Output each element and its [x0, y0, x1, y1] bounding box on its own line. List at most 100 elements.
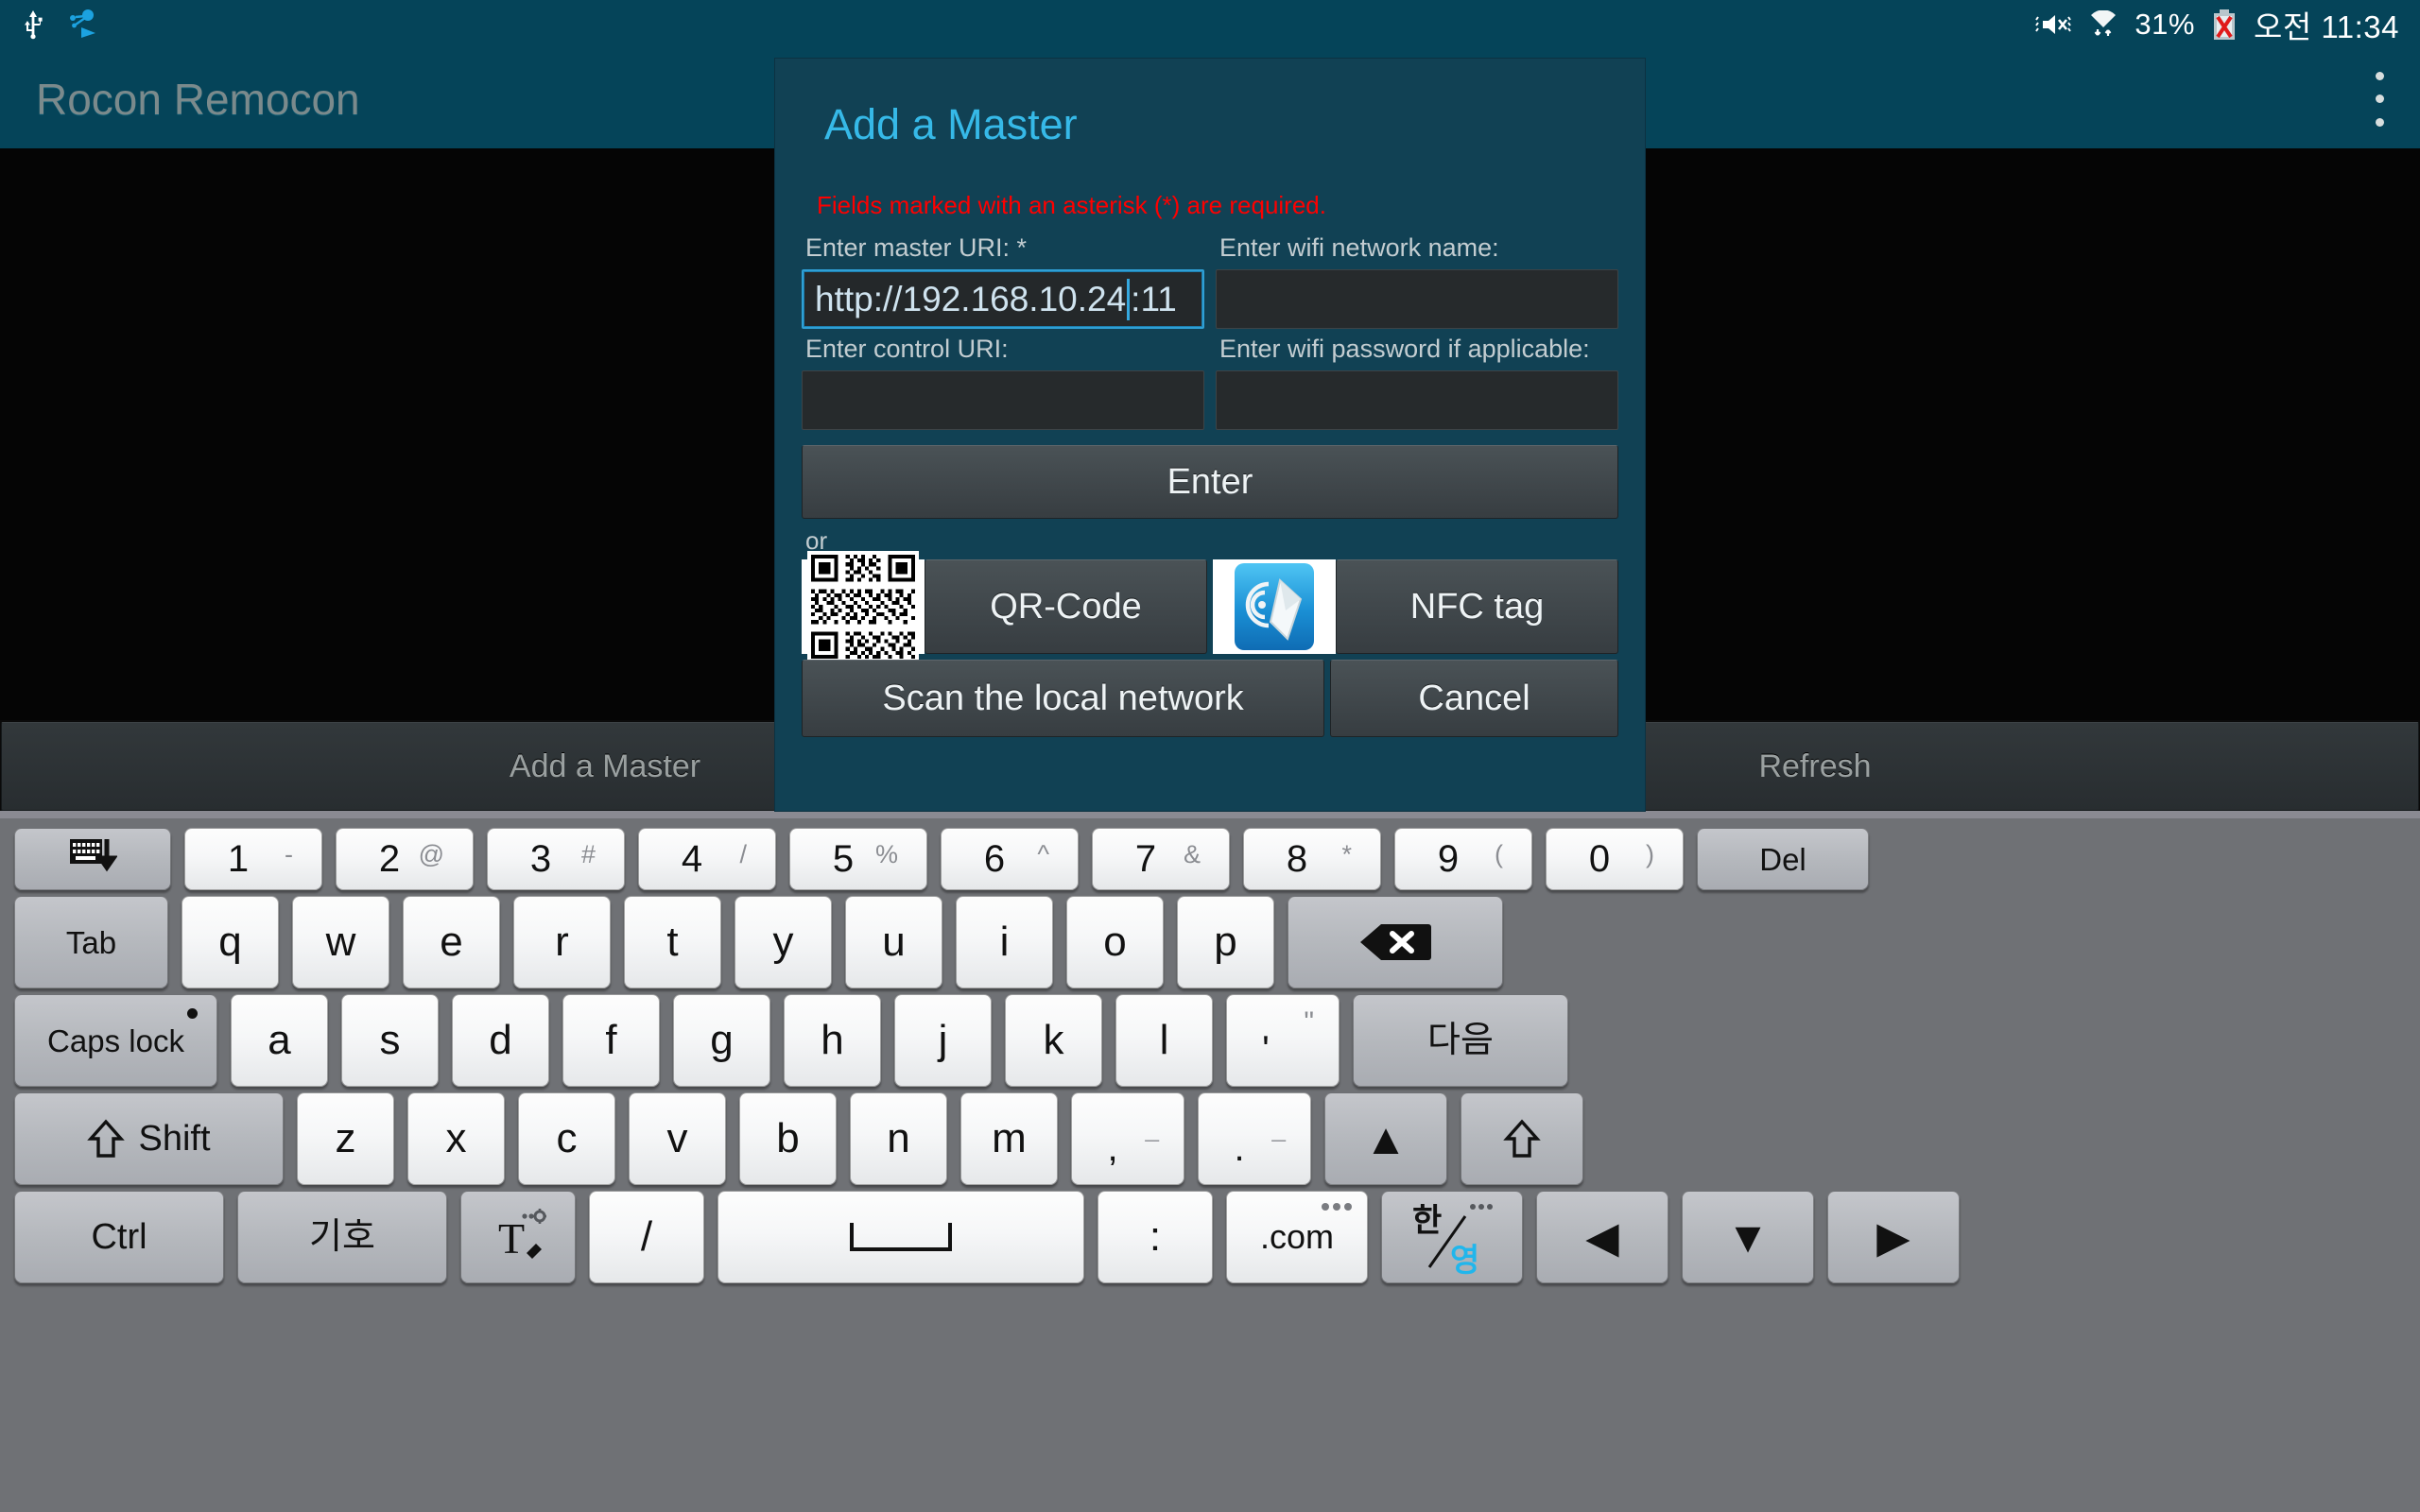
key-b[interactable]: b	[739, 1092, 837, 1185]
usb-icon	[21, 9, 45, 41]
key-g[interactable]: g	[673, 994, 770, 1087]
key-symbol[interactable]: 기호	[237, 1191, 447, 1283]
key-w[interactable]: w	[292, 896, 389, 988]
qr-code-option[interactable]: QR-Code	[802, 551, 1207, 662]
key-m-label: m	[992, 1115, 1027, 1161]
svg-text:영: 영	[1450, 1243, 1479, 1277]
key-v[interactable]: v	[629, 1092, 726, 1185]
key-next[interactable]: 다음	[1353, 994, 1568, 1087]
key-n-label: n	[887, 1115, 910, 1161]
nfc-tag-icon[interactable]	[1213, 559, 1336, 654]
key-s[interactable]: s	[341, 994, 439, 1087]
key-o[interactable]: o	[1066, 896, 1164, 988]
key-text-settings[interactable]: T	[460, 1191, 576, 1283]
key-m[interactable]: m	[960, 1092, 1058, 1185]
key-6-label: 6	[983, 838, 1006, 880]
key-5-label: 5	[832, 838, 855, 880]
key-h[interactable]: h	[784, 994, 881, 1087]
key-p[interactable]: p	[1177, 896, 1274, 988]
status-bar[interactable]: 31% 오전 11:34	[0, 0, 2420, 49]
svg-text:한: 한	[1412, 1203, 1442, 1239]
key-y[interactable]: y	[735, 896, 832, 988]
key-1[interactable]: 1 -	[184, 828, 322, 890]
key-3[interactable]: 3 #	[487, 828, 625, 890]
key-0[interactable]: 0 )	[1546, 828, 1684, 890]
triangle-down-icon: ▼	[1726, 1212, 1770, 1262]
key-r[interactable]: r	[513, 896, 611, 988]
qr-code-icon[interactable]	[802, 551, 925, 662]
enter-button[interactable]: Enter	[802, 445, 1618, 519]
key-comma-sub: _	[1145, 1114, 1159, 1143]
key-6[interactable]: 6 ^	[941, 828, 1079, 890]
key-arrow-up[interactable]: ▲	[1324, 1092, 1447, 1185]
control-uri-label: Enter control URI:	[805, 335, 1009, 363]
key-shift-left[interactable]: Shift	[14, 1092, 284, 1185]
key-a[interactable]: a	[231, 994, 328, 1087]
key-z[interactable]: z	[297, 1092, 394, 1185]
key-caps-lock[interactable]: Caps lock	[14, 994, 217, 1087]
mute-icon	[2034, 10, 2072, 39]
key-q[interactable]: q	[182, 896, 279, 988]
triangle-right-icon: ▶	[1876, 1212, 1910, 1262]
key-d-label: d	[489, 1017, 512, 1063]
hide-keyboard-key[interactable]	[14, 828, 171, 890]
key-tab-label: Tab	[65, 924, 117, 960]
key-t[interactable]: t	[624, 896, 721, 988]
key-7-sub: &	[1183, 840, 1201, 868]
key-7[interactable]: 7 &	[1092, 828, 1230, 890]
key-arrow-right[interactable]: ▶	[1827, 1191, 1960, 1283]
key-slash[interactable]: /	[589, 1191, 704, 1283]
key-5[interactable]: 5 %	[789, 828, 927, 890]
svg-text:T: T	[498, 1214, 525, 1263]
control-uri-input[interactable]	[802, 370, 1204, 430]
key-tab[interactable]: Tab	[14, 896, 168, 988]
key-comma[interactable]: , _	[1071, 1092, 1184, 1185]
key-l[interactable]: l	[1115, 994, 1213, 1087]
wifi-name-input[interactable]	[1216, 269, 1618, 329]
key-period[interactable]: . _	[1198, 1092, 1311, 1185]
scan-local-network-button[interactable]: Scan the local network	[802, 660, 1325, 737]
key-language-toggle[interactable]: 한 영	[1381, 1191, 1523, 1283]
battery-percent: 31%	[2135, 8, 2195, 41]
key-n[interactable]: n	[850, 1092, 947, 1185]
qr-code-button[interactable]: QR-Code	[925, 559, 1207, 654]
key-j[interactable]: j	[894, 994, 992, 1087]
key-space[interactable]	[717, 1191, 1084, 1283]
key-e[interactable]: e	[403, 896, 500, 988]
master-uri-input[interactable]: http://192.168.10.24:11	[802, 269, 1204, 329]
key-backspace[interactable]	[1288, 896, 1503, 988]
key-s-label: s	[379, 1017, 401, 1063]
key-6-sub: ^	[1037, 840, 1049, 868]
key-f[interactable]: f	[562, 994, 660, 1087]
key-del[interactable]: Del	[1697, 828, 1869, 890]
key-next-label: 다음	[1427, 1021, 1494, 1060]
key-4[interactable]: 4 /	[638, 828, 776, 890]
on-screen-keyboard[interactable]: 1 - 2 @ 3 # 4 / 5 % 6 ^ 7 & 8 * 9 (0) …	[0, 818, 2420, 1512]
key-x[interactable]: x	[407, 1092, 505, 1185]
key-d[interactable]: d	[452, 994, 549, 1087]
key-7-label: 7	[1134, 838, 1157, 880]
key-apostrophe[interactable]: ' "	[1226, 994, 1340, 1087]
key-u[interactable]: u	[845, 896, 942, 988]
key-arrow-down[interactable]: ▼	[1682, 1191, 1814, 1283]
cancel-button[interactable]: Cancel	[1330, 660, 1618, 737]
key-dotcom[interactable]: .com	[1226, 1191, 1368, 1283]
overflow-menu-icon[interactable]	[2373, 71, 2386, 127]
key-8[interactable]: 8 *	[1243, 828, 1381, 890]
key-colon[interactable]: :	[1098, 1191, 1213, 1283]
key-shift-right[interactable]	[1461, 1092, 1583, 1185]
key-c[interactable]: c	[518, 1092, 615, 1185]
key-r-label: r	[555, 919, 569, 965]
dialog-title: Add a Master	[824, 100, 1078, 148]
key-i[interactable]: i	[956, 896, 1053, 988]
key-2[interactable]: 2 @	[336, 828, 474, 890]
nfc-tag-option[interactable]: NFC tag	[1213, 559, 1618, 654]
wifi-password-input[interactable]	[1216, 370, 1618, 430]
or-label: or	[805, 526, 828, 555]
key-ctrl[interactable]: Ctrl	[14, 1191, 224, 1283]
key-arrow-left[interactable]: ◀	[1536, 1191, 1668, 1283]
nfc-tag-button[interactable]: NFC tag	[1336, 559, 1618, 654]
key-9[interactable]: 9 (	[1394, 828, 1532, 890]
key-p-label: p	[1214, 919, 1237, 965]
key-k[interactable]: k	[1005, 994, 1102, 1087]
